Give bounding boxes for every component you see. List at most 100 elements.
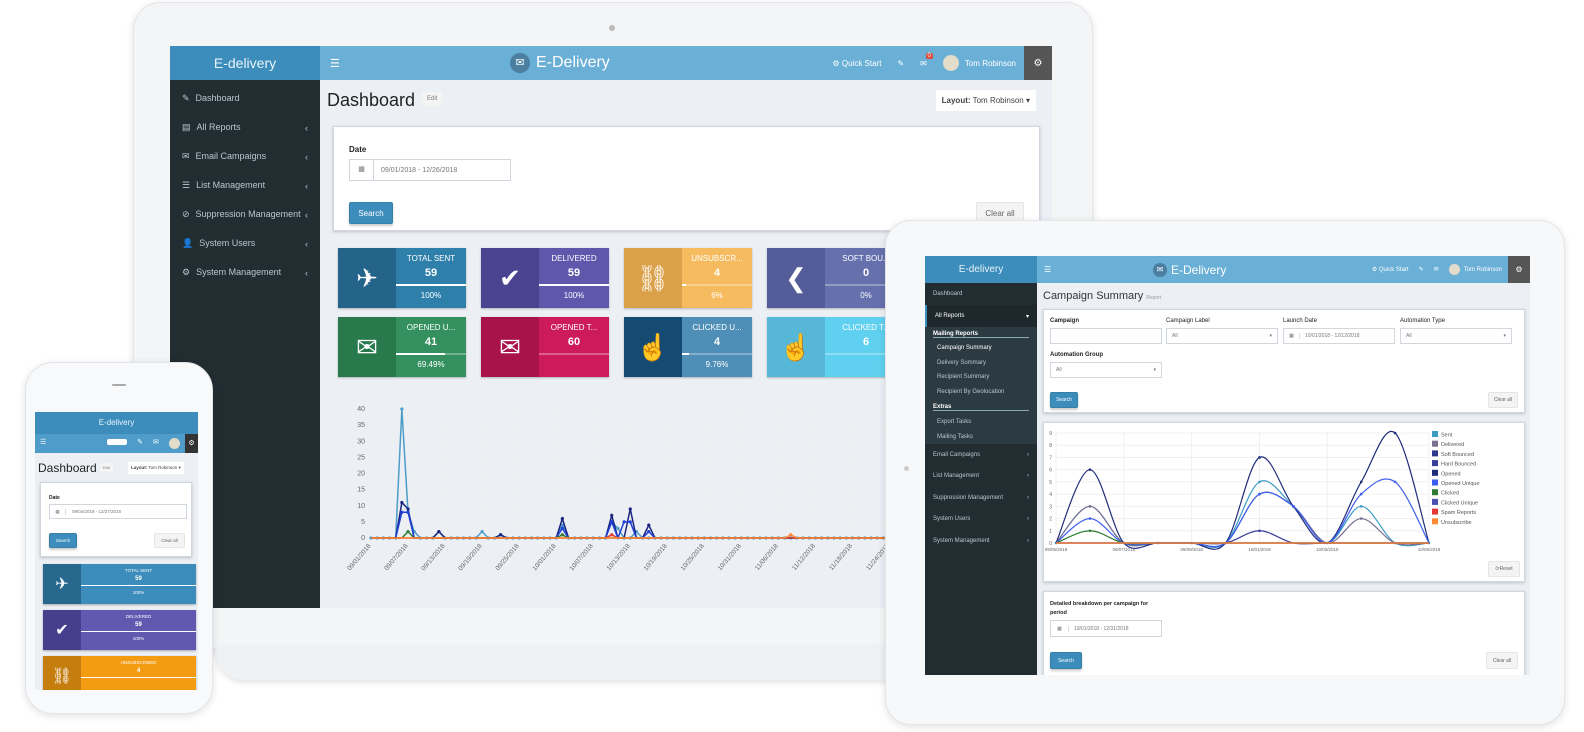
date-range-input[interactable]: ▦ 09/01/2018 - 12/26/2018 bbox=[349, 159, 511, 181]
sidebar-item[interactable]: Email Campaigns ‹ bbox=[925, 444, 1037, 466]
stat-card[interactable]: ☝ CLICKED U... 4 9.76% bbox=[624, 317, 752, 377]
search-button[interactable]: Search bbox=[49, 533, 77, 548]
legend-label[interactable]: Unsubscribe bbox=[1441, 520, 1472, 526]
search-button[interactable]: Search bbox=[349, 202, 393, 224]
legend-label[interactable]: Hard Bounced bbox=[1441, 462, 1476, 468]
menu-toggle-icon[interactable]: ☰ bbox=[330, 57, 340, 70]
settings-toggle-button[interactable]: ⚙ bbox=[185, 434, 198, 453]
settings-toggle-button[interactable]: ⚙ bbox=[1024, 46, 1052, 80]
brand-logo[interactable]: E-delivery bbox=[170, 46, 320, 80]
campaign-label-select[interactable]: All ▾ bbox=[1166, 328, 1278, 344]
stat-card[interactable]: ⛓ UNSUBSCRIBED 4 bbox=[43, 656, 196, 690]
sidebar-subitem[interactable]: Recipient By Geolocation bbox=[925, 384, 1037, 399]
reset-button[interactable]: ⟳ Reset bbox=[1488, 561, 1520, 577]
stat-progress-bar bbox=[539, 353, 609, 355]
user-menu[interactable]: Tom Robinson bbox=[1448, 264, 1502, 275]
date-range-input[interactable]: ▦ 09/04/2018 - 12/27/2018 bbox=[49, 504, 187, 519]
stat-card[interactable]: ✉ OPENED U... 41 69.49% bbox=[338, 317, 466, 377]
stat-card[interactable]: ⛓ UNSUBSCR... 4 6% bbox=[624, 248, 752, 308]
layout-dropdown[interactable]: Layout: Tom Robinson ▾ bbox=[935, 90, 1036, 111]
sidebar-item-system-users[interactable]: 👤 System Users ‹ bbox=[170, 229, 320, 258]
data-point bbox=[1359, 480, 1363, 484]
quick-start-link[interactable] bbox=[107, 439, 127, 445]
menu-toggle-icon[interactable]: ☰ bbox=[1044, 265, 1051, 274]
legend-label[interactable]: Soft Bounced bbox=[1441, 452, 1474, 458]
brand-logo[interactable]: E-delivery bbox=[925, 256, 1037, 283]
page-title: Dashboard bbox=[327, 90, 416, 110]
wrench-icon[interactable]: ✎ bbox=[1419, 266, 1424, 273]
clear-all-button[interactable]: Clear all bbox=[154, 533, 185, 548]
mail-notification-icon[interactable]: ✉ bbox=[153, 438, 159, 446]
mail-notification-icon[interactable]: ✉ bbox=[1434, 266, 1439, 273]
launch-date-input[interactable]: ▦ 10/01/2018 - 12/12/2018 bbox=[1283, 328, 1395, 344]
sidebar-item-email-campaigns[interactable]: ✉ Email Campaigns ‹ bbox=[170, 142, 320, 171]
stat-card[interactable]: ✔ DELIVERED 59 100% bbox=[481, 248, 609, 308]
search-button[interactable]: Search bbox=[1050, 652, 1082, 669]
sidebar-item-system-management[interactable]: ⚙ System Management ‹ bbox=[170, 258, 320, 287]
sidebar-item[interactable]: System Users ‹ bbox=[925, 509, 1037, 531]
legend-label[interactable]: Delivered bbox=[1441, 442, 1464, 448]
sidebar-item[interactable]: System Management ‹ bbox=[925, 530, 1037, 552]
sidebar-item[interactable]: Suppression Management ‹ bbox=[925, 487, 1037, 509]
quick-start-link[interactable]: ⚙ Quick Start bbox=[832, 59, 881, 68]
stat-progress-bar bbox=[682, 284, 752, 286]
menu-toggle-icon[interactable]: ☰ bbox=[40, 438, 46, 446]
clear-all-button[interactable]: Clear all bbox=[1488, 392, 1518, 408]
legend-label[interactable]: Sent bbox=[1441, 433, 1453, 439]
clear-all-button[interactable]: Clear all bbox=[1486, 652, 1518, 669]
mailbox-icon: ✉ bbox=[510, 53, 530, 73]
avatar[interactable] bbox=[169, 438, 180, 449]
sidebar-item[interactable]: List Management ‹ bbox=[925, 466, 1037, 488]
stat-card[interactable]: ✔ DELIVERED 59 100% bbox=[43, 610, 196, 650]
stat-percent: 6% bbox=[711, 291, 723, 300]
sidebar-subitem[interactable]: Delivery Summary bbox=[925, 355, 1037, 370]
sidebar-item-all-reports[interactable]: ▤ All Reports ‹ bbox=[170, 113, 320, 142]
sidebar-item-dashboard[interactable]: ✎ Dashboard bbox=[170, 84, 320, 113]
legend-label[interactable]: Opened Unique bbox=[1441, 481, 1480, 487]
legend-label[interactable]: Spam Reports bbox=[1441, 510, 1476, 516]
user-menu[interactable]: Tom Robinson bbox=[942, 55, 1016, 71]
data-point bbox=[1359, 517, 1363, 520]
legend-label[interactable]: Opened bbox=[1441, 471, 1461, 477]
chevron-left-icon: ‹ bbox=[1027, 473, 1029, 480]
sidebar-subitem[interactable]: Mailing Tasks bbox=[925, 429, 1037, 444]
phone-speaker bbox=[112, 384, 126, 386]
legend-label[interactable]: Clicked bbox=[1441, 491, 1459, 497]
search-button[interactable]: Search bbox=[1050, 392, 1078, 408]
automation-type-select[interactable]: All ▾ bbox=[1400, 328, 1512, 344]
legend-swatch bbox=[1432, 450, 1438, 457]
campaign-input[interactable] bbox=[1050, 328, 1162, 344]
sidebar-item-dashboard[interactable]: Dashboard bbox=[925, 283, 1037, 305]
chevron-left-icon: ‹ bbox=[305, 122, 308, 133]
stat-percent: 69.49% bbox=[417, 360, 445, 369]
settings-toggle-button[interactable]: ⚙ bbox=[1508, 256, 1530, 283]
date-label: Date bbox=[349, 145, 367, 154]
legend-label[interactable]: Clicked Unique bbox=[1441, 500, 1478, 506]
wrench-icon[interactable]: ✎ bbox=[897, 59, 904, 68]
chevron-left-icon: ‹ bbox=[305, 180, 308, 191]
stat-card[interactable]: ✉ OPENED T... 60 bbox=[481, 317, 609, 377]
layout-dropdown[interactable]: Layout: Tom Robinson ▾ bbox=[128, 462, 184, 474]
x-tick-label: 10/06/2018 bbox=[1418, 547, 1441, 552]
sidebar-item-suppression-management[interactable]: ⊘ Suppression Management ‹ bbox=[170, 200, 320, 229]
breakdown-date-input[interactable]: ▦ 10/01/2018 - 12/31/2018 bbox=[1050, 620, 1162, 637]
envelope-open-icon: ✉ bbox=[481, 317, 539, 377]
edit-button[interactable]: Edit bbox=[100, 463, 113, 472]
automation-group-select[interactable]: All ▾ bbox=[1050, 362, 1162, 378]
series-line bbox=[1056, 530, 1429, 545]
x-tick-label: 10/25/2018 bbox=[680, 543, 707, 573]
sidebar-item-all-reports[interactable]: All Reports ▾ bbox=[925, 305, 1037, 327]
mail-notification-icon[interactable]: ✉ 0 bbox=[920, 52, 933, 68]
stat-title: OPENED T... bbox=[550, 323, 598, 332]
edit-button[interactable]: Edit bbox=[422, 92, 443, 106]
stat-card[interactable]: ✈ TOTAL SENT 59 100% bbox=[338, 248, 466, 308]
sidebar-subitem[interactable]: Recipient Summary bbox=[925, 370, 1037, 385]
sidebar-subitem[interactable]: Campaign Summary bbox=[925, 341, 1037, 356]
sidebar-item-list-management[interactable]: ☰ List Management ‹ bbox=[170, 171, 320, 200]
stat-title: UNSUBSCRIBED bbox=[120, 660, 157, 665]
stat-card[interactable]: ✈ TOTAL SENT 59 100% bbox=[43, 564, 196, 604]
wrench-icon[interactable]: ✎ bbox=[137, 438, 143, 446]
sidebar-subitem[interactable]: Export Tasks bbox=[925, 415, 1037, 430]
quick-start-link[interactable]: ⚙ Quick Start bbox=[1372, 266, 1409, 273]
phone-brand[interactable]: E-delivery bbox=[35, 412, 198, 434]
